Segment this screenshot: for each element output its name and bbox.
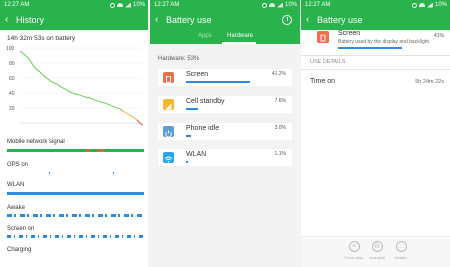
battery-duration: 14h 32m 53s on battery bbox=[7, 35, 76, 42]
alarm-icon bbox=[411, 2, 417, 8]
track-label-awake: Awake bbox=[7, 205, 25, 211]
history-clock-icon[interactable] bbox=[282, 15, 292, 25]
close-icon: × bbox=[348, 241, 360, 252]
wifi-status-icon bbox=[116, 3, 123, 7]
battery-line-normal bbox=[19, 50, 124, 112]
screen-on-track bbox=[7, 235, 144, 238]
back-arrow-icon[interactable]: ‹ bbox=[306, 14, 309, 26]
wifi-status-icon bbox=[268, 3, 275, 7]
hardware-item-phone-idle[interactable]: Phone idle 3.0% bbox=[158, 123, 292, 140]
detail-usage-bar bbox=[338, 47, 402, 49]
track-label-screen-on: Screen on bbox=[7, 226, 35, 232]
hardware-item-percent: 3.0% bbox=[274, 125, 286, 131]
time-on-value: 5h 24m 22s bbox=[415, 79, 444, 85]
battery-line-low bbox=[122, 110, 138, 121]
action-bar: × Force stop ⊖ Uninstall … Details bbox=[301, 236, 450, 267]
details-label: Details bbox=[394, 255, 408, 260]
y-tick-20: 20 bbox=[9, 106, 15, 112]
signal-status-icon bbox=[124, 2, 131, 8]
back-arrow-icon[interactable]: ‹ bbox=[5, 14, 8, 26]
detail-item-percent: 41% bbox=[433, 33, 444, 39]
app-bar: ‹ History bbox=[0, 10, 148, 30]
uninstall-icon: ⊖ bbox=[371, 241, 383, 252]
tab-bar: Apps Hardware bbox=[150, 30, 300, 44]
app-bar: ‹ Battery use bbox=[150, 10, 300, 30]
page-title: History bbox=[16, 15, 45, 25]
hardware-item-name: Screen bbox=[186, 71, 209, 78]
track-label-mobile-network: Mobile network signal bbox=[7, 139, 65, 145]
battery-percent: 10% bbox=[284, 2, 297, 8]
page-title: Battery use bbox=[166, 15, 212, 25]
page-title: Battery use bbox=[317, 15, 363, 25]
tab-indicator bbox=[222, 42, 256, 44]
alarm-icon bbox=[109, 2, 115, 8]
track-label-charging: Charging bbox=[7, 247, 32, 253]
status-time: 12:27 AM bbox=[305, 2, 331, 8]
awake-track bbox=[7, 214, 144, 217]
gps-track bbox=[7, 172, 144, 174]
battery-level-graph: 100 80 60 40 20 bbox=[5, 45, 145, 127]
divider bbox=[301, 55, 450, 56]
hardware-item-name: WLAN bbox=[186, 151, 207, 158]
hardware-item-name: Phone idle bbox=[186, 125, 220, 132]
hardware-item-screen[interactable]: Screen 41.2% bbox=[158, 69, 292, 86]
alarm-icon bbox=[261, 2, 267, 8]
info-icon: … bbox=[395, 241, 407, 252]
time-on-label: Time on bbox=[310, 78, 336, 85]
hardware-item-bar bbox=[186, 108, 198, 110]
status-icons: 10% bbox=[411, 0, 447, 10]
hardware-item-name: Cell standby bbox=[186, 98, 225, 105]
battery-detail-panel: 12:27 AM 10% ‹ Battery use Screen 41% Ba… bbox=[301, 0, 450, 267]
y-tick-60: 60 bbox=[9, 76, 15, 82]
y-tick-100: 100 bbox=[6, 46, 15, 52]
wlan-track bbox=[7, 192, 144, 195]
y-tick-80: 80 bbox=[9, 61, 15, 67]
status-time: 12:27 AM bbox=[4, 2, 30, 8]
divider bbox=[301, 69, 450, 70]
hardware-item-bar bbox=[186, 81, 250, 83]
detail-item-name: Screen bbox=[338, 30, 361, 37]
tab-hardware[interactable]: Hardware bbox=[227, 32, 253, 40]
battery-use-panel: 12:27 AM 10% ‹ Battery use Apps Hardware… bbox=[150, 0, 300, 267]
signal-status-icon bbox=[276, 2, 283, 8]
status-icons: 10% bbox=[109, 0, 145, 10]
wifi-status-icon bbox=[418, 3, 425, 7]
status-icons: 10% bbox=[261, 0, 297, 10]
details-button[interactable]: … Details bbox=[386, 241, 416, 260]
hardware-item-wlan[interactable]: WLAN 1.1% bbox=[158, 149, 292, 166]
hardware-item-bar bbox=[186, 135, 191, 137]
signal-status-icon bbox=[426, 2, 433, 8]
back-arrow-icon[interactable]: ‹ bbox=[155, 14, 158, 26]
mobile-network-track bbox=[7, 149, 144, 152]
screen-icon bbox=[163, 72, 174, 83]
signal-icon bbox=[163, 99, 174, 110]
hardware-item-bar bbox=[186, 161, 188, 163]
power-icon bbox=[163, 126, 174, 138]
track-label-gps: GPS on bbox=[7, 162, 29, 168]
screen-icon bbox=[317, 31, 329, 43]
section-header: USE DETAILS bbox=[310, 59, 346, 65]
status-bar: 12:27 AM 10% bbox=[150, 0, 300, 10]
history-panel: 12:27 AM 10% ‹ History 14h 32m 53s on ba… bbox=[0, 0, 148, 267]
status-bar: 12:27 AM 10% bbox=[301, 0, 450, 10]
wifi-icon bbox=[163, 152, 174, 163]
track-label-wlan: WLAN bbox=[7, 182, 25, 188]
detail-item-description: Battery used by the display and backligh… bbox=[338, 39, 429, 45]
hardware-item-percent: 41.2% bbox=[271, 71, 286, 77]
y-tick-40: 40 bbox=[9, 91, 15, 97]
battery-percent: 10% bbox=[434, 2, 447, 8]
battery-line-critical bbox=[136, 119, 144, 126]
detail-header: Screen 41% Battery used by the display a… bbox=[301, 30, 450, 53]
battery-percent: 10% bbox=[132, 2, 145, 8]
status-time: 12:27 AM bbox=[154, 2, 180, 8]
hardware-item-percent: 7.6% bbox=[274, 98, 286, 104]
status-bar: 12:27 AM 10% bbox=[0, 0, 148, 10]
tab-apps[interactable]: Apps bbox=[198, 32, 212, 40]
hardware-item-cell-standby[interactable]: Cell standby 7.6% bbox=[158, 96, 292, 113]
hardware-total: Hardware: 53% bbox=[158, 56, 200, 62]
screenshot-collage: 12:27 AM 10% ‹ History 14h 32m 53s on ba… bbox=[0, 0, 450, 267]
app-bar: ‹ Battery use bbox=[301, 10, 450, 30]
hardware-item-percent: 1.1% bbox=[274, 151, 286, 157]
